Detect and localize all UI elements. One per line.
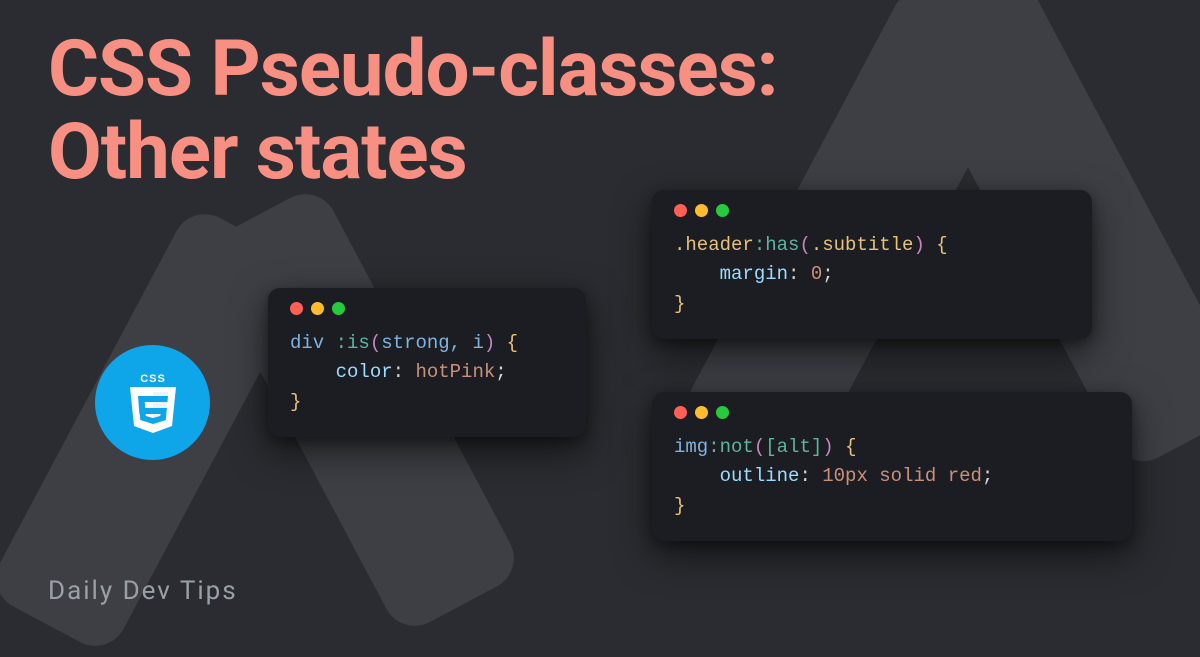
code-value-style: solid [879,465,936,487]
maximize-icon [332,302,345,315]
code-snippet-not: img:not([alt]) { outline: 10px solid red… [652,392,1132,541]
code-value: 0 [811,263,822,285]
minimize-icon [311,302,324,315]
title-line-1: CSS Pseudo-classes: [48,24,778,115]
site-name: Daily Dev Tips [48,576,238,606]
code-selector: img [674,436,708,458]
code-snippet-is: div :is(strong, i) { color: hotPink; } [268,288,586,437]
minimize-icon [695,204,708,217]
code-body: div :is(strong, i) { color: hotPink; } [290,329,564,417]
code-pseudo: :has [754,234,800,256]
close-icon [674,204,687,217]
window-controls [674,406,1110,419]
code-prop: margin [720,263,788,285]
maximize-icon [716,204,729,217]
title-line-2: Other states [48,107,467,198]
code-prop: color [336,361,393,383]
code-pseudo: :not [708,436,754,458]
css3-badge-icon: CSS [95,345,210,460]
window-controls [674,204,1070,217]
close-icon [674,406,687,419]
code-body: .header:has(.subtitle) { margin: 0; } [674,231,1070,319]
code-snippet-has: .header:has(.subtitle) { margin: 0; } [652,190,1092,339]
svg-text:CSS: CSS [140,373,166,385]
minimize-icon [695,406,708,419]
code-arg: [alt] [765,436,822,458]
maximize-icon [716,406,729,419]
code-prop: outline [720,465,800,487]
code-pseudo: :is [336,332,370,354]
code-args: strong, i [381,332,484,354]
code-value: hotPink [415,361,495,383]
page-title: CSS Pseudo-classes: Other states [48,28,778,195]
code-value-size: 10px [822,465,868,487]
code-body: img:not([alt]) { outline: 10px solid red… [674,433,1110,521]
code-selector: div [290,332,336,354]
code-selector: .header [674,234,754,256]
window-controls [290,302,564,315]
code-value-color: red [948,465,982,487]
close-icon [290,302,303,315]
code-arg: .subtitle [811,234,914,256]
